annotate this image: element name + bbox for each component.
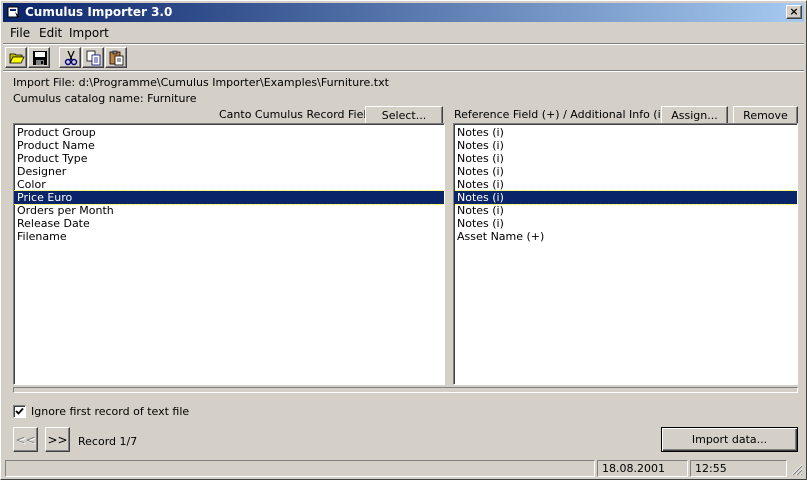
import-file-label: Import File: d:\Programme\Cumulus Import… bbox=[13, 76, 389, 89]
close-icon: × bbox=[789, 5, 799, 18]
window-title: Cumulus Importer 3.0 bbox=[25, 5, 173, 19]
ignore-first-checkbox[interactable] bbox=[13, 405, 26, 418]
record-field-item[interactable]: Product Name bbox=[14, 139, 444, 152]
reference-field-item[interactable]: Asset Name (+) bbox=[454, 230, 797, 243]
record-field-item[interactable]: Filename bbox=[14, 230, 444, 243]
previous-record-button[interactable]: << bbox=[13, 427, 38, 452]
paste-icon bbox=[109, 50, 124, 66]
reference-field-item[interactable]: Notes (i) bbox=[454, 165, 797, 178]
reference-field-item[interactable]: Notes (i) bbox=[454, 152, 797, 165]
open-button[interactable] bbox=[5, 47, 27, 68]
catalog-name-label: Cumulus catalog name: Furniture bbox=[13, 92, 197, 105]
reference-fields-list[interactable]: Notes (i) Notes (i) Notes (i) Notes (i) Note… bbox=[453, 123, 798, 385]
reference-field-item[interactable]: Notes (i) bbox=[454, 126, 797, 139]
record-fields-list[interactable]: Product Group Product Name Product Type Des… bbox=[13, 123, 445, 385]
save-button[interactable] bbox=[28, 47, 50, 68]
reference-field-item[interactable]: Notes (i) bbox=[454, 217, 797, 230]
reference-field-header: Reference Field (+) / Additional Info (i… bbox=[454, 108, 665, 121]
record-field-item[interactable]: Designer bbox=[14, 165, 444, 178]
record-counter: Record 1/7 bbox=[78, 435, 138, 448]
ignore-first-label[interactable]: Ignore first record of text file bbox=[31, 405, 189, 418]
record-field-item[interactable]: Release Date bbox=[14, 217, 444, 230]
app-icon bbox=[7, 6, 20, 18]
toolbar-separator bbox=[3, 70, 804, 72]
status-main bbox=[5, 460, 595, 477]
open-folder-icon bbox=[9, 53, 25, 64]
menu-bar: File Edit Import bbox=[3, 23, 804, 42]
reference-field-item[interactable]: Notes (i) bbox=[454, 178, 797, 191]
next-record-button[interactable]: >> bbox=[45, 427, 70, 452]
menu-edit[interactable]: Edit bbox=[39, 26, 62, 40]
app-window: Cumulus Importer 3.0 × File Edit Import bbox=[0, 0, 807, 480]
record-field-item[interactable]: Price Euro bbox=[14, 190, 444, 205]
status-time: 12:55 bbox=[690, 460, 787, 477]
reference-field-item[interactable]: Notes (i) bbox=[454, 204, 797, 217]
record-field-item[interactable]: Product Type bbox=[14, 152, 444, 165]
reference-field-item[interactable]: Notes (i) bbox=[454, 190, 797, 205]
copy-icon bbox=[86, 50, 101, 66]
record-field-item[interactable]: Color bbox=[14, 178, 444, 191]
status-date: 18.08.2001 bbox=[597, 460, 688, 477]
record-field-item[interactable]: Product Group bbox=[14, 126, 444, 139]
import-data-button[interactable]: Import data... bbox=[661, 427, 798, 452]
title-bar[interactable]: Cumulus Importer 3.0 × bbox=[3, 3, 804, 22]
cut-button[interactable] bbox=[59, 47, 81, 68]
paste-button[interactable] bbox=[105, 47, 127, 68]
cut-icon bbox=[64, 50, 78, 66]
record-fields-header: Canto Cumulus Record Fields bbox=[219, 108, 380, 121]
close-button[interactable]: × bbox=[786, 5, 802, 19]
menu-import[interactable]: Import bbox=[69, 26, 109, 40]
horizontal-scrollbar[interactable] bbox=[13, 387, 798, 393]
save-icon bbox=[33, 51, 47, 65]
reference-field-item[interactable]: Notes (i) bbox=[454, 139, 797, 152]
resize-grip-icon[interactable] bbox=[791, 464, 803, 476]
menu-file[interactable]: File bbox=[10, 26, 30, 40]
menu-separator bbox=[3, 43, 804, 45]
copy-button[interactable] bbox=[82, 47, 104, 68]
checkmark-icon bbox=[15, 407, 24, 415]
record-field-item[interactable]: Orders per Month bbox=[14, 204, 444, 217]
